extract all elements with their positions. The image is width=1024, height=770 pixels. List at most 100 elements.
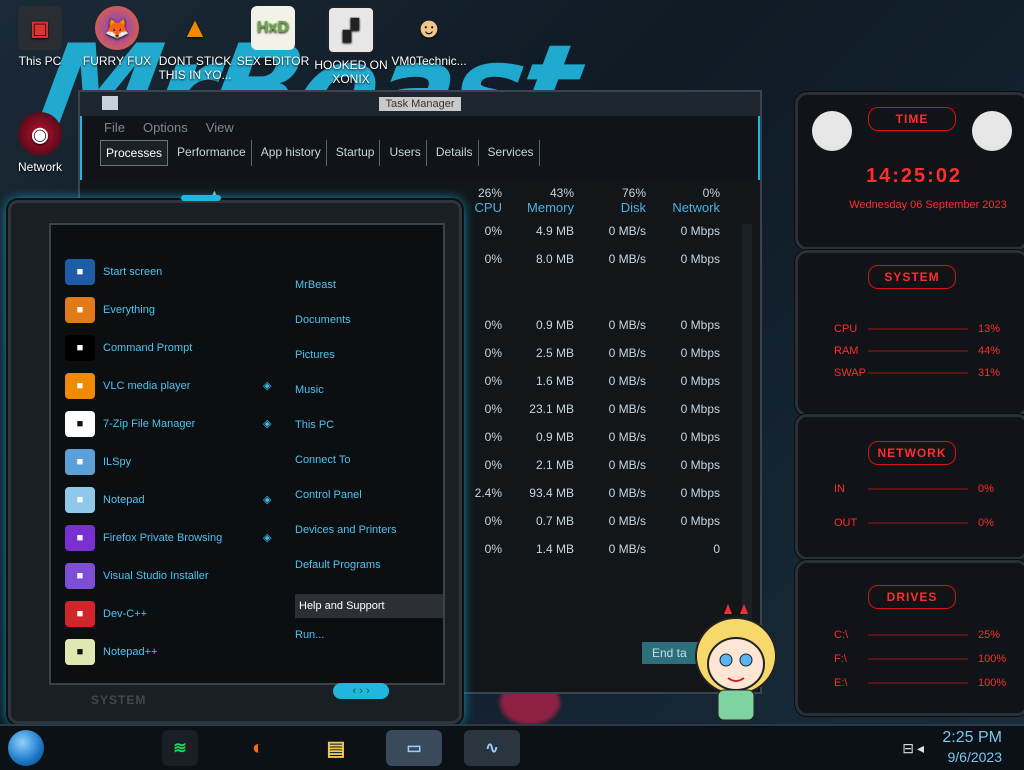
start-item-devcpp[interactable]: ■ Dev-C++ (65, 599, 147, 629)
place-item[interactable]: Music (295, 384, 324, 396)
desktop-icon-label: VM0Technic... (391, 54, 467, 68)
cell-disk: 0 MB/s (608, 486, 646, 500)
file-explorer-icon[interactable]: ▤ (318, 730, 354, 766)
tab-users[interactable]: Users (384, 140, 427, 166)
desktop-icon-xonix[interactable]: ▞ HOOKED ON XONIX (311, 6, 391, 86)
cell-net: 0 Mbps (680, 346, 720, 360)
tab-app-history[interactable]: App history (256, 140, 327, 166)
place-item[interactable]: This PC (295, 419, 334, 431)
start-item-visual-studio[interactable]: ■ Visual Studio Installer (65, 561, 209, 591)
cell-disk: 0 MB/s (608, 542, 646, 556)
start-item-7zip[interactable]: ■ 7-Zip File Manager (65, 409, 195, 439)
gadget-bar (868, 488, 968, 490)
tab-details[interactable]: Details (431, 140, 479, 166)
task-manager-icon[interactable]: ▭ (386, 730, 442, 766)
cell-mem: 93.4 MB (529, 486, 574, 500)
cell-net: 0 Mbps (680, 486, 720, 500)
decor-light (181, 195, 221, 201)
this-pc-icon: ▣ (18, 6, 62, 50)
desktop-icon-sex-editor[interactable]: HxD SEX EDITOR (233, 6, 313, 68)
start-item-firefox-private[interactable]: ■ Firefox Private Browsing (65, 523, 222, 553)
firefox-icon[interactable]: ◐ (240, 730, 276, 766)
search-icon: ■ (65, 297, 95, 323)
vlc-icon: ■ (65, 373, 95, 399)
gadget-row-value: 31% (978, 367, 1001, 379)
cell-disk: 0 MB/s (608, 430, 646, 444)
gadget-bar (868, 658, 968, 660)
desktop-icon-furry-fux[interactable]: 🦊 FURRY FUX (77, 6, 157, 68)
cell-mem: 1.6 MB (535, 374, 574, 388)
gadget-clock: 14:25:02 (866, 165, 963, 187)
gadget-row-label: IN (834, 483, 845, 495)
submenu-arrow-icon[interactable]: ◈ (263, 531, 275, 544)
gadget-date: Wednesday 06 September 2023 (849, 199, 1007, 211)
place-item[interactable]: Default Programs (295, 559, 381, 571)
column-pct: 0% (702, 186, 720, 200)
tab-services[interactable]: Services (483, 140, 540, 166)
start-item-terminal[interactable]: ■ Command Prompt (65, 333, 192, 363)
menu-options[interactable]: Options (143, 120, 188, 135)
system-tray-clock[interactable]: 2:25 PM 9/6/2023 (874, 726, 1024, 770)
desktop-icon-dont-stick[interactable]: ▲ DONT STICK THIS IN YO... (155, 6, 235, 82)
menu-view[interactable]: View (206, 120, 234, 135)
desktop-icon-network[interactable]: ◉ Network (0, 112, 80, 174)
ilspy-icon: ■ (65, 449, 95, 475)
devcpp-icon: ■ (65, 601, 95, 627)
cell-disk: 0 MB/s (608, 252, 646, 266)
doctor-icon: ☻ (414, 12, 444, 43)
place-item[interactable]: Connect To (295, 454, 350, 466)
cell-net: 0 Mbps (680, 374, 720, 388)
start-item-label: Firefox Private Browsing (103, 532, 223, 544)
start-nav-arrows[interactable]: ‹ › › (333, 683, 389, 699)
gadget-row-value: 100% (978, 653, 1007, 665)
clock-date: 9/6/2023 (947, 749, 1003, 765)
start-menu[interactable]: ■ Start screen ■ Everything ■ Command Prompt ■… (8, 195, 462, 724)
start-item-label: Dev-C++ (103, 608, 148, 620)
submenu-arrow-icon[interactable]: ◈ (263, 493, 275, 506)
start-item-notepad[interactable]: ■ Notepad (65, 485, 145, 515)
column-header-disk[interactable]: 76% Disk (576, 186, 646, 215)
place-item[interactable]: MrBeast (295, 279, 336, 291)
vertical-scrollbar[interactable] (742, 224, 752, 644)
firefox-icon: 🦊 (95, 6, 139, 50)
gadget-time: TIME 14:25:02 Wednesday 06 September 202… (795, 92, 1024, 250)
start-item-vlc[interactable]: ■ VLC media player (65, 371, 190, 401)
place-item[interactable]: Run... (295, 629, 324, 641)
title-bar[interactable]: Task Manager (80, 92, 760, 116)
menu-file[interactable]: File (104, 120, 125, 135)
tab-startup[interactable]: Startup (331, 140, 381, 166)
gadget-row-label: SWAP (834, 367, 866, 379)
start-item-label: 7-Zip File Manager (103, 418, 196, 430)
column-name: Network (672, 200, 720, 215)
gadget-title: TIME (868, 107, 956, 131)
gadget-bar (868, 372, 968, 374)
cell-mem: 23.1 MB (529, 402, 574, 416)
place-item[interactable]: Pictures (295, 349, 335, 361)
place-item[interactable]: Control Panel (295, 489, 362, 501)
desktop-icon-this-pc[interactable]: ▣ This PC (0, 6, 80, 68)
start-item-notepadpp[interactable]: ■ Notepad++ (65, 637, 157, 667)
start-item-ilspy[interactable]: ■ ILSpy (65, 447, 131, 477)
start-button[interactable] (8, 730, 44, 766)
xonix-icon: ▞ (327, 6, 375, 54)
place-item[interactable]: Devices and Printers (295, 524, 397, 536)
desktop-icon-label: DONT STICK THIS IN YO... (158, 54, 232, 82)
tab-performance[interactable]: Performance (172, 140, 252, 166)
tab-processes[interactable]: Processes (100, 140, 169, 166)
start-item-start-screen[interactable]: ■ Start screen (65, 257, 162, 287)
desktop-icon-vm0[interactable]: ☻ VM0Technic... (389, 6, 469, 68)
start-item-search[interactable]: ■ Everything (65, 295, 155, 325)
column-header-network[interactable]: 0% Network (650, 186, 720, 215)
spotify-icon[interactable]: ≋ (162, 730, 198, 766)
cell-disk: 0 MB/s (608, 402, 646, 416)
place-item[interactable]: Documents (295, 314, 351, 326)
place-item[interactable]: Help and Support (295, 594, 443, 618)
column-name: Disk (620, 200, 646, 215)
column-header-memory[interactable]: 43% Memory (504, 186, 574, 215)
cell-net: 0 Mbps (680, 458, 720, 472)
cell-disk: 0 MB/s (608, 224, 646, 238)
submenu-arrow-icon[interactable]: ◈ (263, 417, 275, 430)
column-pct: 43% (549, 186, 574, 200)
submenu-arrow-icon[interactable]: ◈ (263, 379, 275, 392)
performance-icon[interactable]: ∿ (464, 730, 520, 766)
